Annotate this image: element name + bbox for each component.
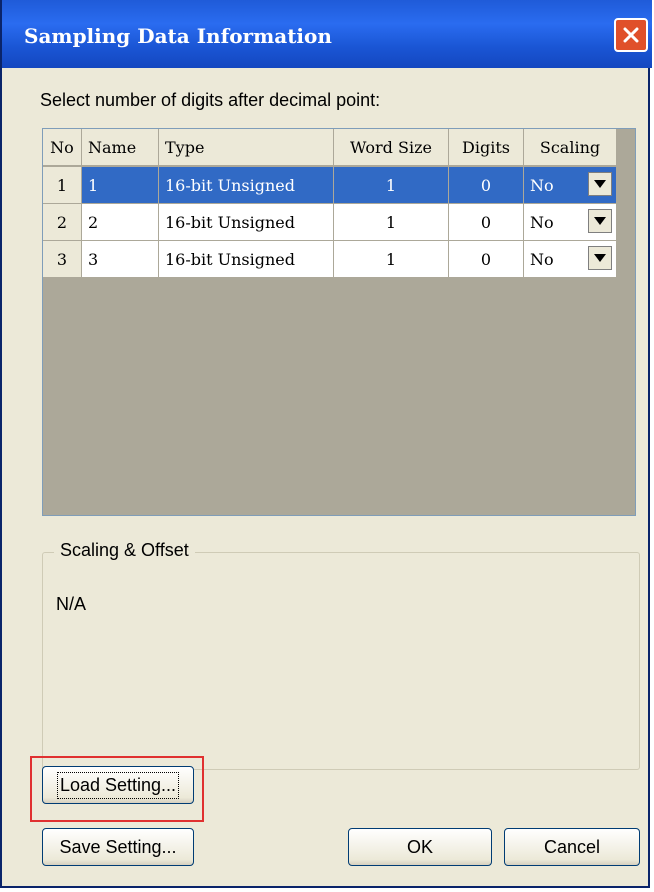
cell-name[interactable]: 1: [81, 166, 159, 204]
scaling-offset-group: [42, 552, 640, 770]
scaling-dropdown-button[interactable]: [588, 246, 612, 270]
cell-type[interactable]: 16-bit Unsigned: [158, 166, 334, 204]
cell-type[interactable]: 16-bit Unsigned: [158, 203, 334, 241]
title-bar[interactable]: Sampling Data Information: [2, 0, 652, 68]
chevron-down-icon: [594, 217, 606, 225]
cell-word-size[interactable]: 1: [333, 240, 449, 278]
row-number: 3: [43, 240, 82, 278]
cancel-label: Cancel: [543, 836, 601, 857]
scaling-offset-value: N/A: [56, 594, 87, 614]
table-row[interactable]: 1 1 16-bit Unsigned 1 0 No: [43, 166, 617, 204]
load-setting-button[interactable]: Load Setting...: [42, 766, 194, 804]
cell-word-size[interactable]: 1: [333, 203, 449, 241]
table-row[interactable]: 2 2 16-bit Unsigned 1 0 No: [43, 203, 617, 241]
col-header-scaling[interactable]: Scaling: [523, 129, 617, 167]
save-setting-label: Save Setting...: [59, 836, 177, 857]
cell-scaling[interactable]: No: [523, 240, 617, 278]
chevron-down-icon: [594, 254, 606, 262]
row-number: 2: [43, 203, 82, 241]
cell-name[interactable]: 2: [81, 203, 159, 241]
scaling-offset-legend: Scaling & Offset: [54, 540, 195, 561]
cell-type[interactable]: 16-bit Unsigned: [158, 240, 334, 278]
sampling-data-grid[interactable]: No Name Type Word Size Digits Scaling 1 …: [42, 128, 636, 516]
close-button[interactable]: [614, 18, 648, 52]
table-row[interactable]: 3 3 16-bit Unsigned 1 0 No: [43, 240, 617, 278]
cell-name[interactable]: 3: [81, 240, 159, 278]
cell-digits[interactable]: 0: [448, 166, 524, 204]
col-header-name[interactable]: Name: [81, 129, 159, 167]
header-row: No Name Type Word Size Digits Scaling: [43, 129, 617, 167]
col-header-type[interactable]: Type: [158, 129, 334, 167]
sampling-table: No Name Type Word Size Digits Scaling 1 …: [43, 129, 617, 278]
load-setting-label: Load Setting...: [56, 771, 180, 799]
ok-button[interactable]: OK: [348, 828, 492, 866]
save-setting-button[interactable]: Save Setting...: [42, 828, 194, 866]
cancel-button[interactable]: Cancel: [504, 828, 640, 866]
row-number: 1: [43, 166, 82, 204]
scaling-value: No: [530, 249, 554, 269]
scaling-value: No: [530, 212, 554, 232]
window-title: Sampling Data Information: [24, 24, 332, 48]
col-header-word-size[interactable]: Word Size: [333, 129, 449, 167]
cell-scaling[interactable]: No: [523, 203, 617, 241]
close-icon: [623, 27, 639, 43]
cell-digits[interactable]: 0: [448, 240, 524, 278]
digits-prompt-label: Select number of digits after decimal po…: [40, 90, 381, 110]
chevron-down-icon: [594, 180, 606, 188]
cell-word-size[interactable]: 1: [333, 166, 449, 204]
ok-label: OK: [406, 836, 433, 857]
scaling-dropdown-button[interactable]: [588, 209, 612, 233]
scaling-value: No: [530, 175, 554, 195]
dialog-window: Sampling Data Information Select number …: [0, 0, 652, 888]
scaling-dropdown-button[interactable]: [588, 172, 612, 196]
cell-scaling[interactable]: No: [523, 166, 617, 204]
col-header-digits[interactable]: Digits: [448, 129, 524, 167]
cell-digits[interactable]: 0: [448, 203, 524, 241]
col-header-no[interactable]: No: [43, 129, 82, 167]
